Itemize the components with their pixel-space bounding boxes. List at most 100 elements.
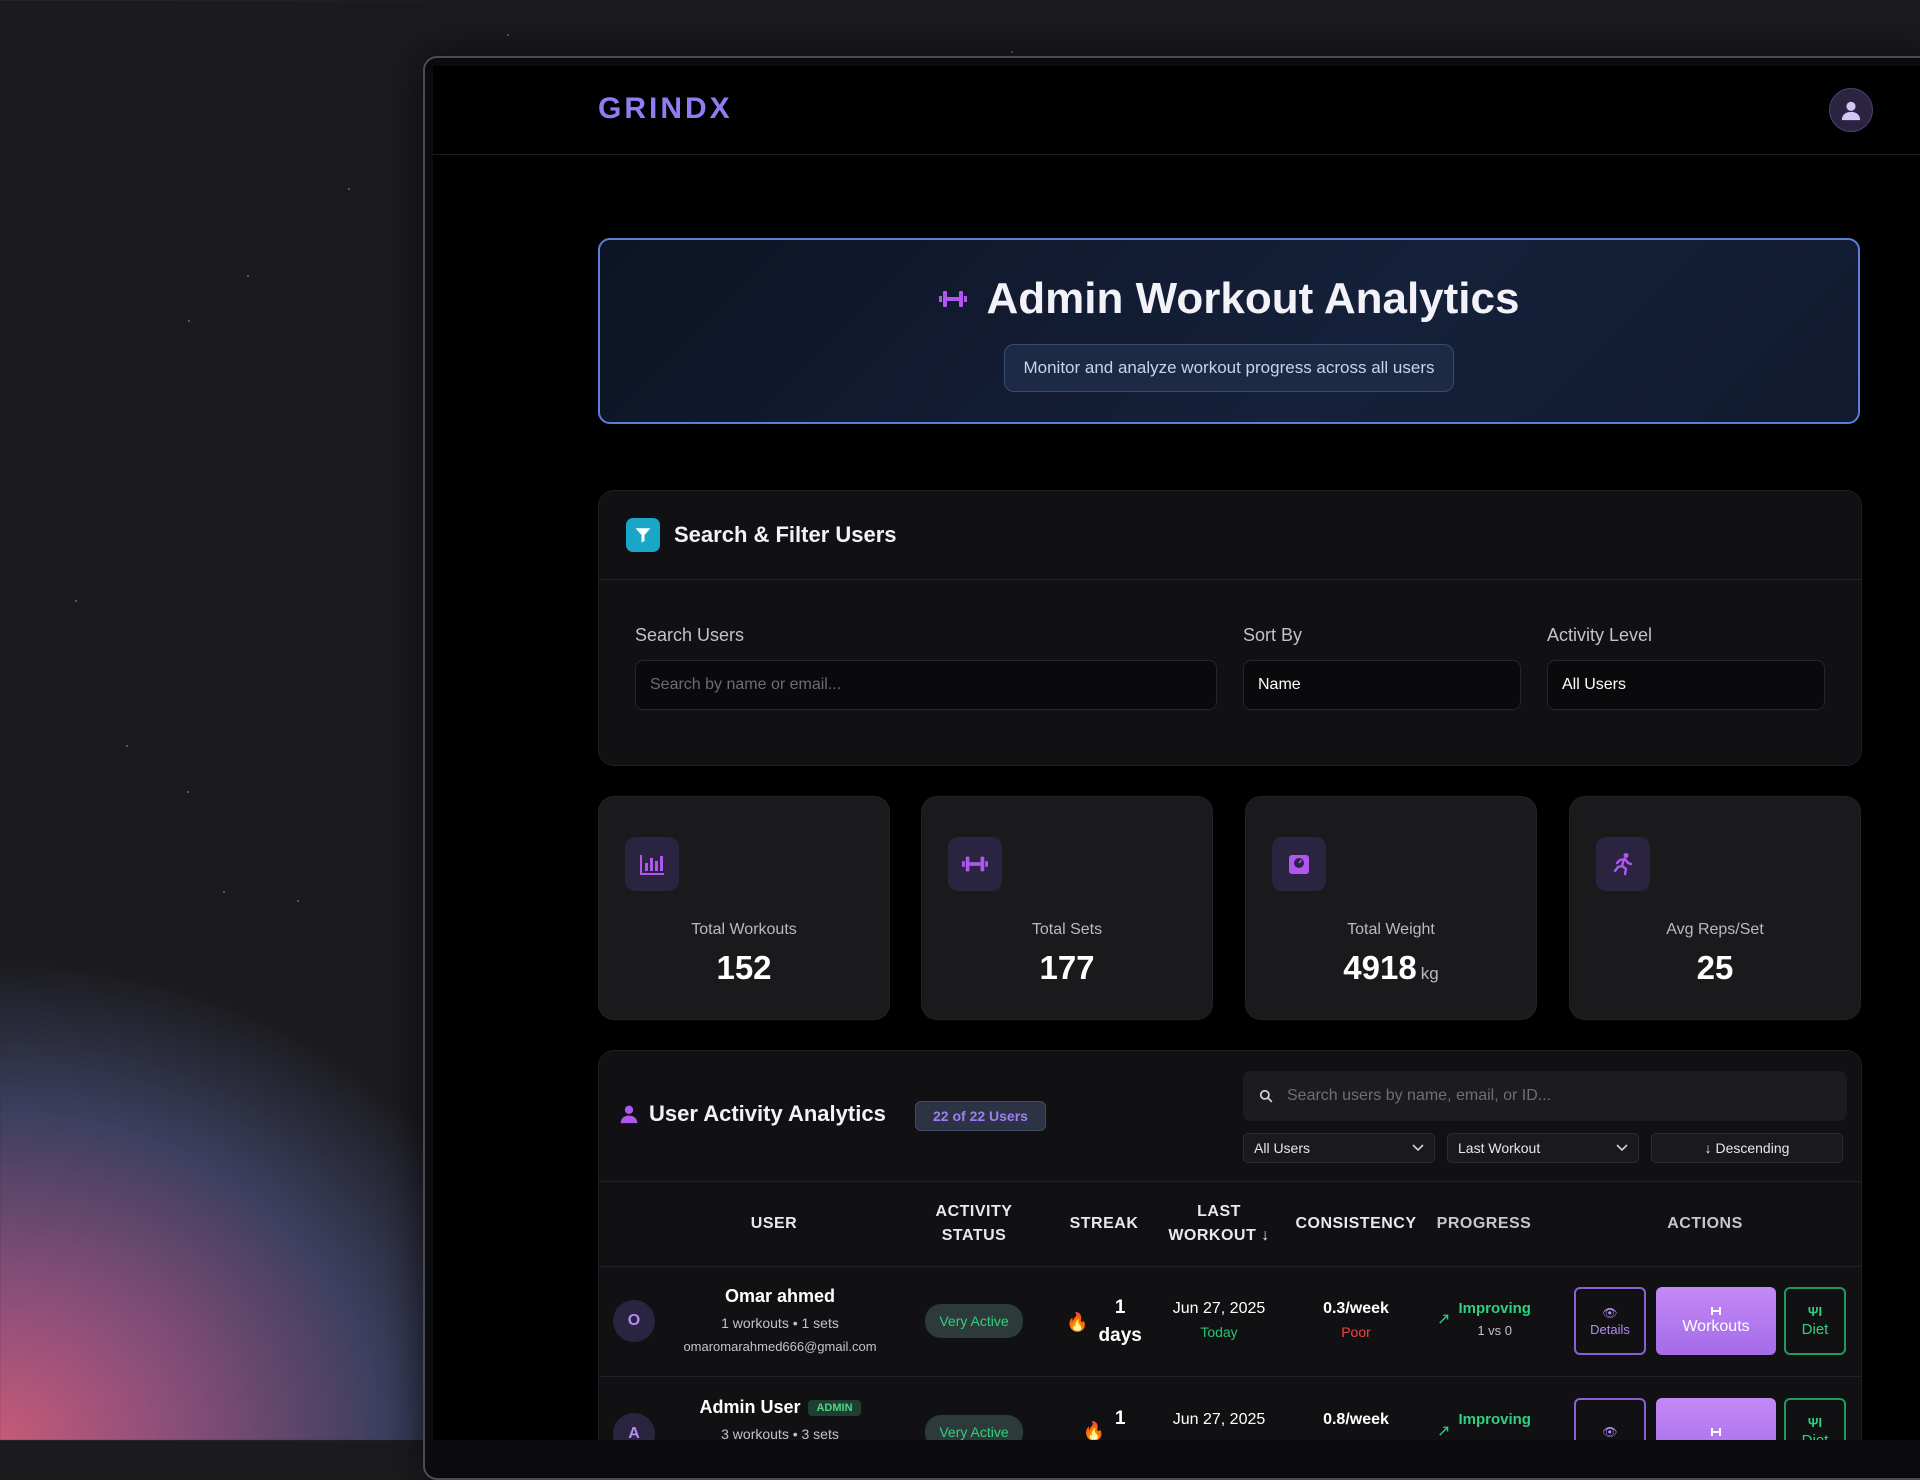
table-header: USER ACTIVITY STATUS STREAK LAST WORKOUT ↓…	[599, 1181, 1861, 1267]
user-icon	[1841, 101, 1861, 121]
chevron-down-icon	[1412, 1144, 1424, 1152]
stat-label: Total Workouts	[691, 921, 797, 938]
last-workout-cell: Jun 27, 2025	[1154, 1411, 1284, 1429]
avatar: O	[613, 1300, 655, 1342]
details-button[interactable]: 👁	[1574, 1398, 1646, 1440]
stat-value: 25	[1696, 949, 1734, 986]
consistency-cell: 0.8/week	[1289, 1411, 1423, 1429]
table-row: A Admin User ADMIN 3 workouts • 3 sets Ve…	[599, 1377, 1861, 1440]
app-logo[interactable]: GRINDX	[598, 92, 733, 126]
search-users-label: Search Users	[635, 625, 745, 645]
consistency-value: 0.8/week	[1323, 1411, 1389, 1428]
filter-icon	[626, 518, 660, 552]
column-header-consistency[interactable]: CONSISTENCY	[1289, 1182, 1423, 1266]
column-header-actions: ACTIONS	[1667, 1215, 1743, 1232]
dumbbell-icon	[1711, 1307, 1721, 1315]
user-activity-panel: User Activity Analytics 22 of 22 Users S…	[598, 1050, 1862, 1440]
filter-panel-header: Search & Filter Users	[599, 491, 1861, 580]
activity-search-placeholder: Search users by name, email, or ID...	[1287, 1087, 1552, 1104]
progress-comparison: 1 vs 0	[1477, 1323, 1513, 1338]
workouts-button[interactable]: Workouts	[1656, 1287, 1776, 1355]
column-header-user[interactable]: USER	[685, 1182, 863, 1266]
user-filter-select[interactable]: All Users	[1243, 1133, 1435, 1163]
user-info: Admin User ADMIN 3 workouts • 3 sets	[665, 1397, 895, 1440]
eye-icon: 👁	[1602, 1425, 1618, 1439]
activity-level-select[interactable]: All Users	[1547, 660, 1825, 710]
streak-value: 1	[1114, 1408, 1126, 1429]
sort-by-label: Sort By	[1243, 625, 1303, 645]
last-workout-date: Jun 27, 2025	[1172, 1300, 1266, 1317]
dumbbell-icon	[1711, 1428, 1721, 1436]
avatar: A	[613, 1413, 655, 1440]
column-header-progress: PROGRESS	[1436, 1215, 1532, 1232]
column-header-streak[interactable]: STREAK	[1054, 1182, 1154, 1266]
stat-value: 152	[716, 949, 772, 986]
streak-cell: 🔥 1 days	[1054, 1294, 1154, 1350]
user-icon	[620, 1105, 638, 1124]
utensils-icon: ΨΙ	[1807, 1304, 1823, 1319]
admin-badge: ADMIN	[808, 1400, 861, 1417]
last-workout-cell: Jun 27, 2025 Today	[1154, 1300, 1284, 1340]
utensils-icon: ΨΙ	[1807, 1415, 1823, 1430]
activity-level-label: Activity Level	[1547, 625, 1653, 645]
dumbbell-icon	[948, 837, 1002, 891]
dumbbell-icon	[938, 291, 967, 307]
stat-label: Total Sets	[1031, 921, 1103, 938]
workouts-button[interactable]	[1656, 1398, 1776, 1440]
activity-search-input[interactable]: Search users by name, email, or ID...	[1243, 1071, 1847, 1121]
diet-button[interactable]: ΨΙ Diet	[1784, 1398, 1846, 1440]
sort-field-select[interactable]: Last Workout	[1447, 1133, 1639, 1163]
stat-card-avg-reps: Avg Reps/Set 25	[1569, 796, 1861, 1020]
user-name-row: Admin User ADMIN	[665, 1397, 895, 1418]
trend-up-icon: ↗	[1437, 1423, 1451, 1440]
streak-value: 1 days	[1098, 1297, 1142, 1346]
user-workout-summary: 3 workouts • 3 sets	[721, 1426, 839, 1440]
weight-icon	[1272, 837, 1326, 891]
sort-field-value: Last Workout	[1458, 1140, 1541, 1156]
stat-label: Avg Reps/Set	[1666, 921, 1764, 938]
status-badge: Very Active	[925, 1415, 1023, 1440]
user-count-badge: 22 of 22 Users	[915, 1101, 1046, 1131]
streak-cell: 🔥 1	[1054, 1405, 1154, 1440]
status-badge: Very Active	[925, 1304, 1023, 1338]
progress-cell: ↗ Improving	[1429, 1411, 1539, 1440]
user-email: omaromarahmed666@gmail.com	[683, 1339, 877, 1354]
user-workout-summary: 1 workouts • 1 sets	[721, 1315, 839, 1331]
stat-value: 4918 kg	[1343, 949, 1439, 986]
last-workout-date: Jun 27, 2025	[1172, 1411, 1266, 1428]
user-name[interactable]: Omar ahmed	[665, 1286, 895, 1307]
progress-value: Improving	[1458, 1411, 1531, 1428]
user-name[interactable]: Admin User	[699, 1397, 800, 1417]
sort-by-select[interactable]: Name	[1243, 660, 1521, 710]
page-title-text: Admin Workout Analytics	[986, 274, 1520, 323]
trend-up-icon: ↗	[1437, 1311, 1451, 1328]
column-header-last-workout[interactable]: LAST WORKOUT ↓	[1154, 1182, 1284, 1266]
search-users-input[interactable]: Search by name or email...	[635, 660, 1217, 710]
consistency-value: 0.3/week	[1323, 1300, 1389, 1317]
consistency-cell: 0.3/week Poor	[1289, 1300, 1423, 1340]
consistency-rating: Poor	[1341, 1324, 1371, 1340]
table-row: O Omar ahmed 1 workouts • 1 sets omaroma…	[599, 1266, 1861, 1377]
fire-icon: 🔥	[1082, 1421, 1105, 1440]
chevron-down-icon	[1616, 1144, 1628, 1152]
stat-unit: kg	[1420, 964, 1439, 983]
eye-icon: 👁	[1602, 1305, 1618, 1320]
top-navbar: GRINDX	[433, 66, 1920, 155]
running-icon	[1596, 837, 1650, 891]
user-filter-value: All Users	[1254, 1140, 1311, 1156]
diet-button[interactable]: ΨΙ Diet	[1784, 1287, 1846, 1355]
progress-value: Improving	[1458, 1300, 1531, 1317]
activity-status-cell: Very Active	[919, 1415, 1029, 1440]
sort-order-button[interactable]: ↓ Descending	[1651, 1133, 1843, 1163]
hero-banner: Admin Workout Analytics Monitor and anal…	[598, 238, 1860, 424]
stat-label: Total Weight	[1347, 921, 1435, 938]
activity-panel-title: User Activity Analytics	[619, 1101, 886, 1127]
search-icon	[1259, 1089, 1273, 1103]
stat-card-total-weight: Total Weight 4918 kg	[1245, 796, 1537, 1020]
profile-button[interactable]	[1829, 88, 1873, 132]
fire-icon: 🔥	[1066, 1311, 1089, 1332]
column-header-activity-status[interactable]: ACTIVITY STATUS	[919, 1182, 1029, 1266]
stat-card-total-sets: Total Sets 177	[921, 796, 1213, 1020]
page-subtitle: Monitor and analyze workout progress acr…	[1004, 344, 1454, 392]
details-button[interactable]: 👁 Details	[1574, 1287, 1646, 1355]
